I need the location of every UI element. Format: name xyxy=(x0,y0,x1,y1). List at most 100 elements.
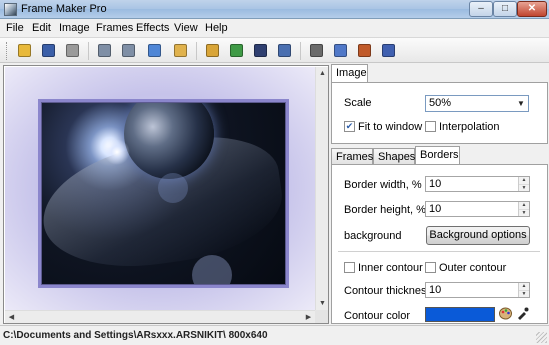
crop-icon xyxy=(310,44,323,57)
menu-bar: File Edit Image Frames Effects View Help xyxy=(0,19,549,37)
fit-to-window-checkbox[interactable]: ✔ xyxy=(344,121,355,132)
contour-thickness-spinner[interactable]: 10 ▲ ▼ xyxy=(425,282,530,298)
copy-button[interactable] xyxy=(146,42,163,59)
inner-contour-label: Inner contour xyxy=(358,262,423,274)
text-button[interactable] xyxy=(356,42,373,59)
border-button[interactable] xyxy=(252,42,269,59)
status-bar: C:\Documents and Settings\ARsxxx.ARSNIKI… xyxy=(0,325,549,345)
crop-button[interactable] xyxy=(308,42,325,59)
tab-borders[interactable]: Borders xyxy=(415,146,460,165)
framed-photo[interactable] xyxy=(38,99,289,288)
pen-icon xyxy=(278,44,291,57)
frame-button[interactable] xyxy=(204,42,221,59)
open-icon xyxy=(18,44,31,57)
menu-frames[interactable]: Frames xyxy=(96,22,133,34)
border-icon xyxy=(254,44,267,57)
pen-button[interactable] xyxy=(276,42,293,59)
interpolation-checkbox[interactable] xyxy=(425,121,436,132)
border-width-label: Border width, % xyxy=(344,179,422,191)
border-width-spinner[interactable]: 10 ▲ ▼ xyxy=(425,176,530,192)
chevron-down-icon[interactable]: ▼ xyxy=(514,96,528,111)
light-orb xyxy=(192,255,232,284)
copy-icon xyxy=(148,44,161,57)
scroll-right-icon[interactable]: ▶ xyxy=(302,311,315,324)
spin-up-icon[interactable]: ▲ xyxy=(519,177,529,184)
contour-color-swatch[interactable] xyxy=(425,307,495,322)
scale-label: Scale xyxy=(344,97,372,109)
redo-button[interactable] xyxy=(120,42,137,59)
undo-button[interactable] xyxy=(96,42,113,59)
horizontal-scrollbar[interactable]: ◀ ▶ xyxy=(5,310,315,323)
status-path: C:\Documents and Settings\ARsxxx.ARSNIKI… xyxy=(3,330,268,341)
contour-thickness-value: 10 xyxy=(429,284,442,296)
background-label: background xyxy=(344,230,402,242)
toolbar-separator xyxy=(300,42,301,60)
undo-icon xyxy=(98,44,111,57)
contour-thickness-label: Contour thickness xyxy=(344,285,433,297)
scroll-down-icon[interactable]: ▼ xyxy=(316,297,329,310)
vertical-scrollbar[interactable]: ▲ ▼ xyxy=(315,67,328,310)
outer-contour-checkbox[interactable] xyxy=(425,262,436,273)
tab-frames[interactable]: Frames xyxy=(331,148,373,165)
scroll-corner xyxy=(315,310,328,323)
spin-down-icon[interactable]: ▼ xyxy=(519,209,529,216)
scroll-left-icon[interactable]: ◀ xyxy=(5,311,18,324)
photo-image xyxy=(42,103,285,284)
resize-grip[interactable] xyxy=(536,332,547,343)
menu-view[interactable]: View xyxy=(174,22,198,34)
border-width-value: 10 xyxy=(429,178,442,190)
canvas-area[interactable]: ▲ ▼ ◀ ▶ xyxy=(3,65,329,324)
spin-down-icon[interactable]: ▼ xyxy=(519,184,529,191)
toolbar-separator xyxy=(196,42,197,60)
print-button[interactable] xyxy=(64,42,81,59)
eyedropper-icon[interactable] xyxy=(516,307,529,320)
menu-file[interactable]: File xyxy=(6,22,24,34)
menu-effects[interactable]: Effects xyxy=(136,22,169,34)
divider xyxy=(338,251,540,252)
tab-shapes[interactable]: Shapes xyxy=(373,148,415,165)
menu-help[interactable]: Help xyxy=(205,22,228,34)
redo-icon xyxy=(122,44,135,57)
window-title: Frame Maker Pro xyxy=(21,3,107,15)
spin-up-icon[interactable]: ▲ xyxy=(519,283,529,290)
properties-panel: Image Scale 50% ▼ ✔ Fit to window Interp… xyxy=(331,63,549,324)
scroll-up-icon[interactable]: ▲ xyxy=(316,67,329,80)
borders-panel: Border width, % 10 ▲ ▼ Border height, % 1… xyxy=(331,164,548,324)
frame-icon xyxy=(206,44,219,57)
menu-edit[interactable]: Edit xyxy=(32,22,51,34)
menu-image[interactable]: Image xyxy=(59,22,90,34)
interpolation-label: Interpolation xyxy=(439,121,500,133)
image-button[interactable] xyxy=(228,42,245,59)
image-icon xyxy=(230,44,243,57)
effects-icon xyxy=(334,44,347,57)
maximize-button[interactable]: □ xyxy=(493,1,517,17)
image-settings-group: Scale 50% ▼ ✔ Fit to window Interpolatio… xyxy=(331,82,548,144)
spin-down-icon[interactable]: ▼ xyxy=(519,290,529,297)
effects-button[interactable] xyxy=(332,42,349,59)
palette-icon[interactable] xyxy=(499,307,512,320)
spin-up-icon[interactable]: ▲ xyxy=(519,202,529,209)
fit-to-window-label: Fit to window xyxy=(358,121,423,133)
toolbar xyxy=(0,37,549,63)
border-height-label: Border height, % xyxy=(344,204,426,216)
close-button[interactable]: ✕ xyxy=(517,1,547,17)
document-icon xyxy=(382,44,395,57)
canvas[interactable] xyxy=(5,67,315,310)
text-icon xyxy=(358,44,371,57)
print-icon xyxy=(66,44,79,57)
inner-contour-checkbox[interactable] xyxy=(344,262,355,273)
paste-button[interactable] xyxy=(172,42,189,59)
open-button[interactable] xyxy=(16,42,33,59)
save-button[interactable] xyxy=(40,42,57,59)
document-button[interactable] xyxy=(380,42,397,59)
minimize-button[interactable]: – xyxy=(469,1,493,17)
title-bar: Frame Maker Pro – □ ✕ xyxy=(0,0,549,19)
outer-contour-label: Outer contour xyxy=(439,262,507,274)
tab-image[interactable]: Image xyxy=(331,64,368,83)
app-icon xyxy=(4,3,17,16)
border-height-spinner[interactable]: 10 ▲ ▼ xyxy=(425,201,530,217)
toolbar-grip[interactable] xyxy=(6,42,9,60)
paste-icon xyxy=(174,44,187,57)
scale-select[interactable]: 50% ▼ xyxy=(425,95,529,112)
background-options-button[interactable]: Background options xyxy=(426,226,530,245)
